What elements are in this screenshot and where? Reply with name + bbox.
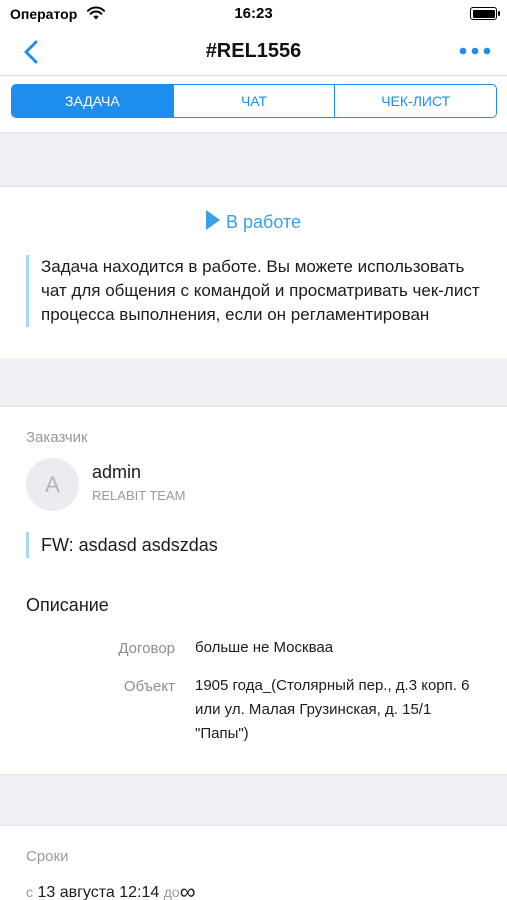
more-dots-icon[interactable] xyxy=(459,47,491,55)
status-bar: Оператор 16:23 xyxy=(0,0,507,28)
avatar: A xyxy=(26,458,79,511)
tab-task[interactable]: ЗАДАЧА xyxy=(12,85,174,117)
play-icon xyxy=(205,210,220,230)
to-prefix: до xyxy=(163,884,180,900)
from-date: 13 августа 12:14 xyxy=(37,884,160,900)
battery-fill xyxy=(472,9,495,18)
task-subject: FW: asdasd asdszdas xyxy=(26,532,486,558)
description-heading: Описание xyxy=(26,595,109,615)
battery-icon xyxy=(470,7,500,20)
task-status: В работе xyxy=(0,210,507,233)
contract-key: Договор xyxy=(118,640,175,657)
contract-value: больше не Москваа xyxy=(195,639,334,656)
terms-section-label: Сроки xyxy=(26,848,69,865)
status-description: Задача находится в работе. Вы можете исп… xyxy=(26,255,486,327)
customer-name: admin xyxy=(92,462,142,482)
divider xyxy=(0,406,507,407)
segmented-tabs: ЗАДАЧА ЧАТ ЧЕК-ЛИСТ xyxy=(11,84,497,118)
tab-chat[interactable]: ЧАТ xyxy=(174,85,336,117)
tab-checklist[interactable]: ЧЕК-ЛИСТ xyxy=(335,85,496,117)
divider xyxy=(0,825,507,826)
section-separator xyxy=(0,775,507,825)
divider xyxy=(0,186,507,187)
object-value: 1905 года_(Столярный пер., д.3 корп. 6 и… xyxy=(195,677,470,742)
clock: 16:23 xyxy=(234,5,273,22)
navigation-bar: #REL1556 xyxy=(0,28,507,76)
terms-line: с 13 августа 12:14 до∞ xyxy=(26,879,195,900)
customer-team: RELABIT TEAM xyxy=(92,488,186,503)
customer-section-label: Заказчик xyxy=(26,429,88,446)
page-title: #REL1556 xyxy=(205,40,302,62)
from-prefix: с xyxy=(26,884,33,900)
section-separator xyxy=(0,133,507,186)
section-separator xyxy=(0,358,507,406)
status-label: В работе xyxy=(225,212,301,232)
object-key: Объект xyxy=(123,678,175,695)
infinity-value: ∞ xyxy=(179,879,196,900)
